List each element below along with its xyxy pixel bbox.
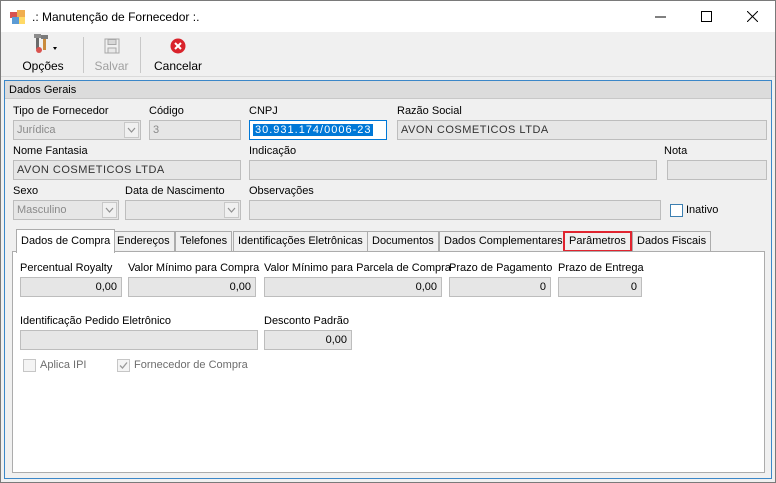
prazo-entrega-field[interactable]: 0 bbox=[558, 277, 642, 297]
tab-label: Dados de Compra bbox=[21, 235, 111, 247]
aplica-ipi-checkbox[interactable] bbox=[23, 359, 36, 372]
cnpj-value: 30.931.174/0006-23 bbox=[253, 124, 374, 136]
razao-social-label: Razão Social bbox=[397, 105, 462, 117]
tab-parametros[interactable]: Parâmetros bbox=[563, 231, 632, 252]
inativo-checkbox[interactable] bbox=[670, 204, 683, 217]
codigo-value: 3 bbox=[153, 124, 160, 136]
save-label: Salvar bbox=[94, 59, 129, 73]
tab-dados-complementares[interactable]: Dados Complementares bbox=[439, 231, 568, 251]
sexo-combo[interactable]: Masculino bbox=[13, 200, 119, 220]
main-panel: Dados Gerais Tipo de Fornecedor Jurídica… bbox=[4, 80, 772, 479]
tipo-combo[interactable]: Jurídica bbox=[13, 120, 141, 140]
aplica-ipi-label: Aplica IPI bbox=[40, 359, 87, 371]
tab-enderecos[interactable]: Endereços bbox=[112, 231, 175, 251]
tipo-label: Tipo de Fornecedor bbox=[13, 105, 109, 117]
prazo-entrega-label: Prazo de Entrega bbox=[558, 262, 644, 274]
fornecedor-compra-label: Fornecedor de Compra bbox=[134, 359, 248, 371]
title-bar: .: Manutenção de Fornecedor :. bbox=[1, 1, 775, 32]
prazo-pagamento-label: Prazo de Pagamento bbox=[449, 262, 553, 274]
maximize-button[interactable] bbox=[683, 1, 729, 32]
chevron-down-icon bbox=[102, 202, 117, 218]
options-label: Opções bbox=[22, 59, 64, 73]
toolbar-separator bbox=[83, 37, 84, 73]
indicacao-field[interactable] bbox=[249, 160, 657, 180]
tab-dados-compra[interactable]: Dados de Compra bbox=[16, 229, 116, 253]
desconto-value: 0,00 bbox=[325, 334, 347, 346]
valor-minimo-value: 0,00 bbox=[229, 281, 251, 293]
chevron-down-icon bbox=[224, 202, 239, 218]
nota-label: Nota bbox=[664, 145, 688, 157]
observacoes-field[interactable] bbox=[249, 200, 661, 220]
valor-minimo-field[interactable]: 0,00 bbox=[128, 277, 256, 297]
tools-icon bbox=[34, 34, 57, 53]
tab-telefones[interactable]: Telefones bbox=[175, 231, 233, 251]
valor-parcela-field[interactable]: 0,00 bbox=[264, 277, 442, 297]
codigo-label: Código bbox=[149, 105, 184, 117]
tab-documentos[interactable]: Documentos bbox=[367, 231, 439, 251]
cancel-button[interactable]: Cancelar bbox=[147, 34, 209, 75]
sexo-value: Masculino bbox=[17, 204, 67, 216]
royalty-value: 0,00 bbox=[95, 281, 117, 293]
close-icon bbox=[746, 11, 758, 22]
codigo-field[interactable]: 3 bbox=[149, 120, 241, 140]
save-button[interactable]: Salvar bbox=[89, 34, 134, 75]
valor-minimo-label: Valor Mínimo para Compra bbox=[128, 262, 260, 274]
tab-label: Documentos bbox=[372, 235, 434, 247]
tab-label: Dados Complementares bbox=[444, 235, 563, 247]
tab-identificacoes-eletronicas[interactable]: Identificações Eletrônicas bbox=[233, 231, 368, 251]
check-icon bbox=[119, 362, 128, 369]
cnpj-label: CNPJ bbox=[249, 105, 278, 117]
cancel-label: Cancelar bbox=[153, 59, 203, 73]
ident-pedido-label: Identificação Pedido Eletrônico bbox=[20, 315, 172, 327]
save-icon bbox=[104, 38, 119, 54]
tab-label: Endereços bbox=[117, 235, 170, 247]
window-title: .: Manutenção de Fornecedor :. bbox=[32, 10, 200, 24]
supplier-window: .: Manutenção de Fornecedor :. Opções Sa… bbox=[0, 0, 776, 483]
sexo-label: Sexo bbox=[13, 185, 39, 197]
maximize-icon bbox=[700, 11, 712, 22]
tab-label: Telefones bbox=[180, 235, 228, 247]
prazo-pagamento-value: 0 bbox=[539, 281, 546, 293]
tab-page-dados-compra: Percentual Royalty 0,00 Valor Mínimo par… bbox=[12, 251, 765, 473]
observacoes-label: Observações bbox=[249, 185, 314, 197]
valor-parcela-value: 0,00 bbox=[415, 281, 437, 293]
tab-dados-fiscais[interactable]: Dados Fiscais bbox=[632, 231, 712, 251]
minimize-button[interactable] bbox=[637, 1, 683, 32]
nome-fantasia-field[interactable]: AVON COSMETICOS LTDA bbox=[13, 160, 241, 180]
royalty-field[interactable]: 0,00 bbox=[20, 277, 122, 297]
prazo-entrega-value: 0 bbox=[630, 281, 637, 293]
nome-fantasia-value: AVON COSMETICOS LTDA bbox=[17, 164, 165, 176]
nascimento-label: Data de Nascimento bbox=[125, 185, 225, 197]
tab-label: Dados Fiscais bbox=[637, 235, 707, 247]
nome-fantasia-label: Nome Fantasia bbox=[13, 145, 88, 157]
fornecedor-compra-checkbox[interactable] bbox=[117, 359, 130, 372]
nascimento-picker[interactable] bbox=[125, 200, 241, 220]
close-button[interactable] bbox=[729, 1, 775, 32]
tab-label: Identificações Eletrônicas bbox=[238, 235, 363, 247]
cancel-icon bbox=[170, 38, 186, 54]
desconto-field[interactable]: 0,00 bbox=[264, 330, 352, 350]
prazo-pagamento-field[interactable]: 0 bbox=[449, 277, 551, 297]
toolbar: Opções Salvar Cancelar bbox=[1, 32, 775, 77]
chevron-down-icon bbox=[124, 122, 139, 138]
inativo-label: Inativo bbox=[686, 204, 719, 216]
razao-social-value: AVON COSMETICOS LTDA bbox=[401, 124, 549, 136]
toolbar-separator bbox=[140, 37, 141, 73]
valor-parcela-label: Valor Mínimo para Parcela de Compra bbox=[264, 262, 451, 274]
desconto-label: Desconto Padrão bbox=[264, 315, 349, 327]
tab-label: Parâmetros bbox=[569, 235, 626, 247]
cnpj-field[interactable]: 30.931.174/0006-23 bbox=[249, 120, 387, 140]
ident-pedido-field[interactable] bbox=[20, 330, 258, 350]
razao-social-field[interactable]: AVON COSMETICOS LTDA bbox=[397, 120, 767, 140]
indicacao-label: Indicação bbox=[249, 145, 297, 157]
options-button[interactable]: Opções bbox=[13, 34, 73, 75]
app-icon bbox=[10, 10, 26, 24]
minimize-icon bbox=[654, 16, 666, 18]
nota-field[interactable] bbox=[667, 160, 767, 180]
royalty-label: Percentual Royalty bbox=[20, 262, 113, 274]
general-data-header: Dados Gerais bbox=[5, 81, 771, 99]
tipo-value: Jurídica bbox=[17, 124, 56, 136]
